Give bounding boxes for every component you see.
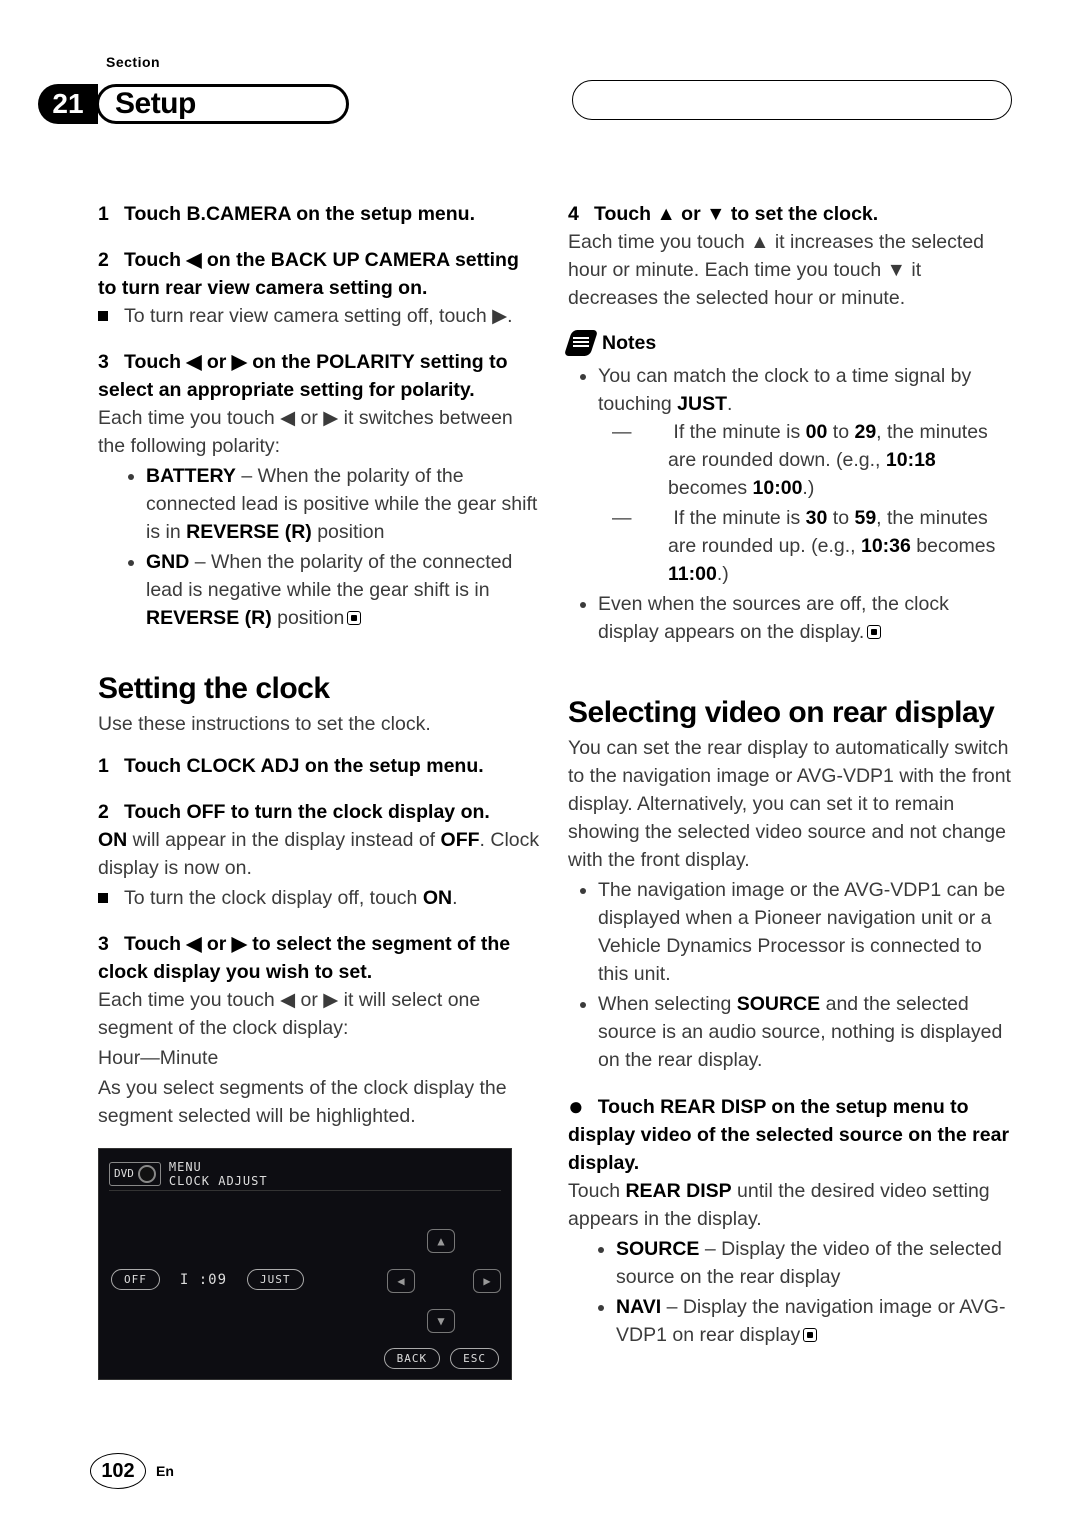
- clock-intro: Use these instructions to set the clock.: [98, 710, 542, 738]
- notes-heading: Notes: [602, 332, 656, 355]
- rear-step: ●Touch REAR DISP on the setup menu to di…: [568, 1092, 1012, 1177]
- screen-dvd-badge: DVD: [109, 1162, 161, 1186]
- polarity-gnd: GND – When the polarity of the connected…: [146, 548, 542, 632]
- clock-adjust-screenshot: DVD MENU CLOCK ADJUST OFF I :09 JUST ▲ ◀…: [98, 1148, 512, 1380]
- notes-icon: [564, 330, 598, 356]
- screen-menu-label: MENU: [169, 1160, 268, 1174]
- note-just-round-up: If the minute is 30 to 59, the minutes a…: [668, 504, 1012, 588]
- polarity-options-list: BATTERY – When the polarity of the conne…: [98, 462, 542, 632]
- note-sources-off: Even when the sources are off, the clock…: [598, 590, 1012, 646]
- clock-step-4: 4Touch ▲ or ▼ to set the clock.: [568, 200, 1012, 228]
- screen-just-button[interactable]: JUST: [247, 1269, 304, 1290]
- page-number: 102: [90, 1453, 146, 1489]
- end-mark-icon: [803, 1328, 817, 1342]
- clock-step-3-body1: Each time you touch ◀ or ▶ it will selec…: [98, 986, 542, 1042]
- end-mark-icon: [347, 611, 361, 625]
- section-label: Section: [106, 54, 160, 70]
- note-just: You can match the clock to a time signal…: [598, 362, 1012, 588]
- rear-bullets: The navigation image or the AVG-VDP1 can…: [568, 876, 1012, 1074]
- page-footer: 102 En: [90, 1453, 174, 1489]
- screen-up-button[interactable]: ▲: [427, 1229, 455, 1253]
- step-1-bcamera: 1Touch B.CAMERA on the setup menu.: [98, 200, 542, 228]
- rear-body: Touch REAR DISP until the desired video …: [568, 1177, 1012, 1233]
- section-number: 21: [52, 88, 83, 120]
- screen-left-button[interactable]: ◀: [387, 1269, 415, 1293]
- clock-step-4-body: Each time you touch ▲ it increases the s…: [568, 228, 1012, 312]
- screen-down-button[interactable]: ▼: [427, 1309, 455, 1333]
- clock-step-3-body2: Hour—Minute: [98, 1044, 542, 1072]
- rear-option-navi: NAVI – Display the navigation image or A…: [616, 1293, 1012, 1349]
- screen-right-button[interactable]: ▶: [473, 1269, 501, 1293]
- header-spacer-pill: [572, 80, 1012, 120]
- rear-options-list: SOURCE – Display the video of the select…: [568, 1235, 1012, 1349]
- end-mark-icon: [867, 625, 881, 639]
- step-3-polarity: 3Touch ◀ or ▶ on the POLARITY setting to…: [98, 348, 542, 404]
- rear-intro: You can set the rear display to automati…: [568, 734, 1012, 874]
- right-column: 4Touch ▲ or ▼ to set the clock. Each tim…: [568, 200, 1012, 1409]
- clock-step-3-body3: As you select segments of the clock disp…: [98, 1074, 542, 1130]
- clock-step-3: 3Touch ◀ or ▶ to select the segment of t…: [98, 930, 542, 986]
- clock-step-1: 1Touch CLOCK ADJ on the setup menu.: [98, 752, 542, 780]
- heading-setting-clock: Setting the clock: [98, 672, 542, 706]
- screen-esc-button[interactable]: ESC: [450, 1348, 499, 1369]
- section-title: Setup: [115, 87, 196, 121]
- rear-bullet-nav: The navigation image or the AVG-VDP1 can…: [598, 876, 1012, 988]
- disc-icon: [138, 1165, 156, 1183]
- section-title-pill: Setup: [96, 84, 349, 124]
- screen-back-button[interactable]: BACK: [384, 1348, 441, 1369]
- screen-off-button[interactable]: OFF: [111, 1269, 160, 1290]
- step-3-body: Each time you touch ◀ or ▶ it switches b…: [98, 404, 542, 460]
- note-just-round-down: If the minute is 00 to 29, the minutes a…: [668, 418, 1012, 502]
- rear-option-source: SOURCE – Display the video of the select…: [616, 1235, 1012, 1291]
- section-number-badge: 21: [38, 84, 98, 124]
- clock-step-2: 2Touch OFF to turn the clock display on.: [98, 798, 542, 826]
- clock-step-2-tip: To turn the clock display off, touch ON.: [98, 884, 542, 912]
- step-2-backupcamera: 2Touch ◀ on the BACK UP CAMERA setting t…: [98, 246, 542, 302]
- section-header: 21 Setup: [0, 80, 1080, 128]
- heading-rear-display: Selecting video on rear display: [568, 696, 1012, 730]
- rear-bullet-source: When selecting SOURCE and the selected s…: [598, 990, 1012, 1074]
- screen-time-value: I :09: [180, 1272, 227, 1288]
- polarity-battery: BATTERY – When the polarity of the conne…: [146, 462, 542, 546]
- step-2-tip: To turn rear view camera setting off, to…: [98, 302, 542, 330]
- notes-list: You can match the clock to a time signal…: [568, 362, 1012, 646]
- clock-step-2-body: ON will appear in the display instead of…: [98, 826, 542, 882]
- page-language: En: [156, 1463, 174, 1479]
- screen-clock-adjust-label: CLOCK ADJUST: [169, 1174, 268, 1188]
- left-column: 1Touch B.CAMERA on the setup menu. 2Touc…: [98, 200, 542, 1409]
